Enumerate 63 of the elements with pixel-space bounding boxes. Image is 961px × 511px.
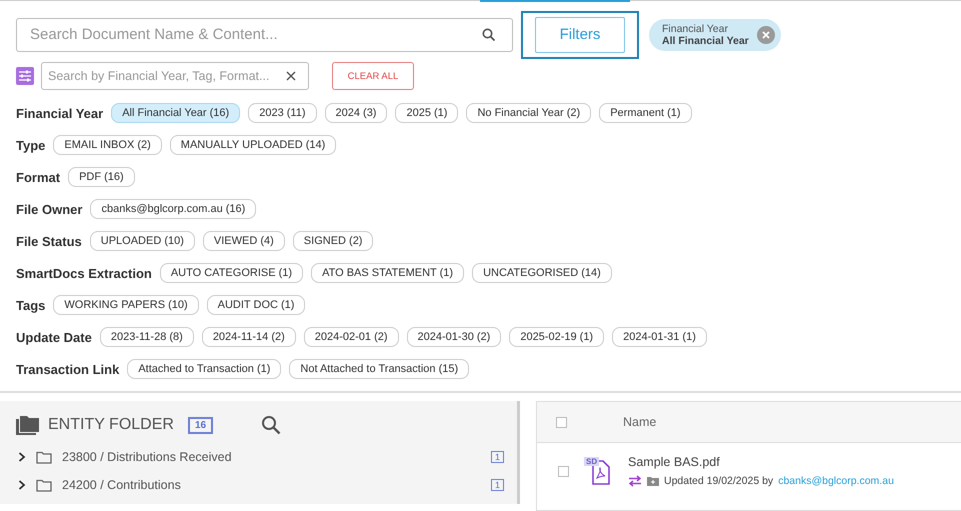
filter-chip[interactable]: EMAIL INBOX (2) — [53, 135, 162, 155]
file-name[interactable]: Sample BAS.pdf — [628, 455, 894, 469]
search-icon — [482, 28, 496, 42]
folder-item[interactable]: 24200 / Contributions 1 — [16, 471, 504, 499]
filter-label: Financial Year — [16, 106, 104, 120]
filter-label: Type — [16, 138, 46, 152]
transfer-icon — [628, 475, 642, 487]
filter-chip[interactable]: 2024-01-31 (1) — [612, 327, 707, 347]
filter-chip[interactable]: UPLOADED (10) — [90, 231, 195, 251]
filter-chip[interactable]: 2024 (3) — [324, 103, 388, 123]
panel-title: ENTITY FOLDER — [48, 416, 174, 434]
filter-chip[interactable]: WORKING PAPERS (10) — [53, 295, 199, 315]
filter-chip[interactable]: Not Attached to Transaction (15) — [289, 359, 470, 379]
chip-value: All Financial Year — [662, 34, 749, 46]
folder-item[interactable]: 23800 / Distributions Received 1 — [16, 443, 504, 471]
filter-chip[interactable]: AUDIT DOC (1) — [206, 295, 306, 315]
clear-all-button[interactable]: CLEAR ALL — [332, 62, 414, 90]
filter-chip[interactable]: ATO BAS STATEMENT (1) — [311, 263, 464, 283]
filter-chip[interactable]: No Financial Year (2) — [466, 103, 592, 123]
chevron-icon[interactable] — [18, 452, 26, 462]
filter-chip[interactable]: 2024-02-01 (2) — [304, 327, 399, 347]
filter-chip[interactable]: MANUALLY UPLOADED (14) — [170, 135, 336, 155]
filter-label: File Status — [16, 234, 82, 248]
filter-label: Tags — [16, 298, 46, 312]
checkbox[interactable] — [558, 466, 569, 476]
filter-chip[interactable]: VIEWED (4) — [202, 231, 285, 251]
column-header: Name — [623, 415, 656, 429]
filter-search-field[interactable]: Search by Financial Year, Tag, Format... — [41, 62, 309, 90]
filter-chip[interactable]: 2025-02-19 (1) — [509, 327, 604, 347]
sliders-icon[interactable] — [16, 67, 34, 85]
filter-chip[interactable]: All Financial Year (16) — [111, 103, 240, 123]
filter-chip[interactable]: SIGNED (2) — [292, 231, 374, 251]
filter-chip[interactable]: Attached to Transaction (1) — [127, 359, 282, 379]
count-badge: 1 — [490, 479, 504, 491]
filter-label: SmartDocs Extraction — [16, 266, 152, 280]
chevron-icon[interactable] — [18, 480, 26, 490]
filter-label: File Owner — [16, 202, 82, 216]
filter-chip[interactable]: Permanent (1) — [599, 103, 692, 123]
count-badge: 16 — [188, 416, 214, 434]
folder-icon — [36, 478, 52, 492]
filter-chip[interactable]: UNCATEGORISED (14) — [472, 263, 612, 283]
count-badge: 1 — [490, 451, 504, 463]
filter-chip[interactable]: cbanks@bglcorp.com.au (16) — [90, 199, 256, 219]
updated-text: Updated 19/02/2025 by — [664, 475, 774, 487]
remove-icon[interactable] — [756, 26, 775, 44]
filter-label: Format — [16, 170, 60, 184]
filter-chip[interactable]: 2023 (11) — [248, 103, 316, 123]
checkbox[interactable] — [556, 416, 567, 428]
folder-icon — [36, 450, 52, 464]
folders-icon — [16, 415, 40, 435]
filter-chip[interactable]: 2023-11-28 (8) — [100, 327, 194, 347]
filter-label: Update Date — [16, 330, 92, 344]
filter-chip[interactable]: 2025 (1) — [395, 103, 458, 123]
chip-label: Financial Year — [662, 22, 729, 34]
filter-chip[interactable]: 2024-11-14 (2) — [202, 327, 296, 347]
filter-chip[interactable]: 2024-01-30 (2) — [406, 327, 502, 347]
filter-chip[interactable]: AUTO CATEGORISE (1) — [160, 263, 304, 283]
filter-chip[interactable]: PDF (16) — [68, 167, 135, 187]
search-icon[interactable] — [261, 415, 282, 435]
filter-label: Transaction Link — [16, 362, 120, 376]
close-icon[interactable] — [286, 71, 296, 81]
folder-icon — [647, 476, 659, 486]
search-field[interactable]: Search Document Name & Content... — [16, 18, 513, 52]
